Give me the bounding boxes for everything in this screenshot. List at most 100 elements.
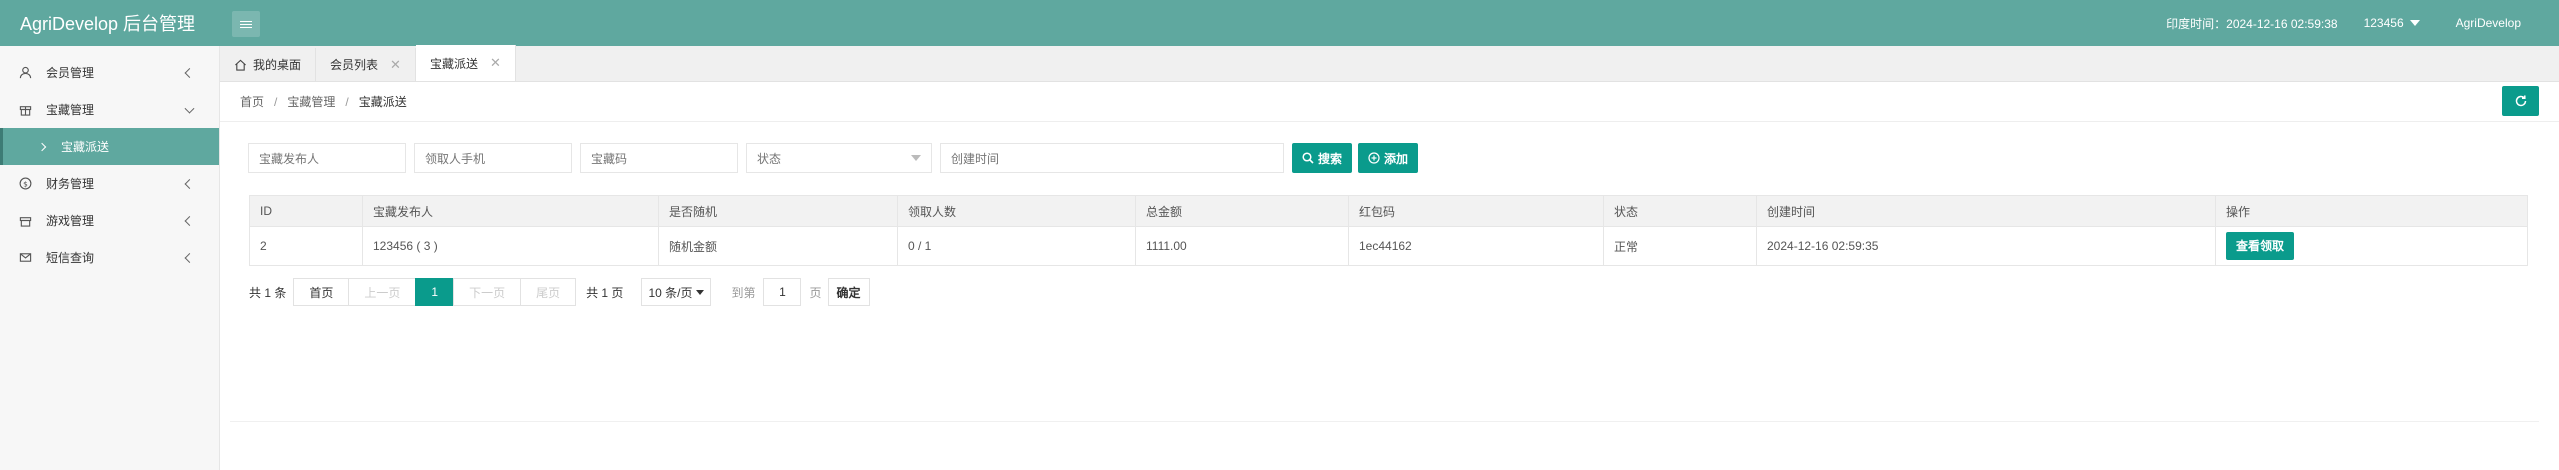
filter-bar: 宝藏发布人 领取人手机 宝藏码 状态 创建时间 搜索 添加 — [248, 143, 1424, 173]
view-claims-button[interactable]: 查看领取 — [2226, 232, 2295, 260]
column-header: 领取人数 — [897, 195, 1136, 227]
pagination: 共 1 条 首页 上一页 1 下一页 尾页 共 1 页 10 条/页 到第 1 … — [249, 278, 870, 306]
column-header: ID — [249, 195, 363, 227]
pager-prev-button[interactable]: 上一页 — [348, 278, 417, 306]
pager-next-button[interactable]: 下一页 — [453, 278, 522, 306]
cell-publisher: 123456 ( 3 ) — [362, 226, 659, 266]
search-button[interactable]: 搜索 — [1292, 143, 1353, 173]
page-size-value: 10 条/页 — [648, 285, 693, 300]
breadcrumb-item[interactable]: 首页 — [240, 93, 264, 110]
chevron-left-icon — [184, 252, 195, 263]
column-header: 操作 — [2215, 195, 2528, 227]
menu-toggle-button[interactable] — [232, 11, 260, 37]
sidebar-item-label: 宝藏管理 — [46, 103, 95, 117]
column-header: 总金额 — [1135, 195, 1349, 227]
tab-member-list[interactable]: 会员列表 ✕ — [316, 48, 416, 81]
breadcrumb-current: 宝藏派送 — [358, 95, 407, 109]
close-icon[interactable]: ✕ — [490, 55, 501, 71]
page-size-select[interactable]: 10 条/页 — [641, 278, 712, 306]
cell-random: 随机金额 — [658, 226, 898, 266]
pager-goto-prefix: 到第 — [731, 285, 756, 300]
sidebar-item-games[interactable]: 游戏管理 — [0, 202, 219, 239]
cell-status: 正常 — [1603, 226, 1757, 266]
cell-code: 1ec44162 — [1348, 226, 1604, 266]
pager-first-button[interactable]: 首页 — [293, 278, 350, 306]
user-menu[interactable]: 123456 — [2364, 16, 2420, 30]
sidebar-item-label: 财务管理 — [46, 177, 95, 191]
close-icon[interactable]: ✕ — [390, 57, 401, 73]
status-select[interactable]: 状态 — [746, 143, 932, 173]
username: 123456 — [2363, 16, 2404, 30]
server-time: 印度时间：2024-12-16 02:59:38 — [2166, 16, 2338, 31]
main-content: 首页 / 宝藏管理 / 宝藏派送 宝藏发布人 领取人手机 宝藏码 状态 创建时间… — [220, 82, 2559, 470]
sidebar-subitem-treasure-dispatch[interactable]: 宝藏派送 — [0, 128, 219, 165]
pager-last-button[interactable]: 尾页 — [520, 278, 577, 306]
column-header: 宝藏发布人 — [362, 195, 659, 227]
tab-label: 宝藏派送 — [429, 56, 478, 71]
sidebar-item-members[interactable]: 会员管理 — [0, 54, 219, 91]
brand-link[interactable]: AgriDevelop — [2456, 16, 2521, 30]
search-button-label: 搜索 — [1318, 151, 1343, 166]
header-right: 印度时间：2024-12-16 02:59:38 123456 AgriDeve… — [2166, 0, 2559, 46]
gift-icon — [18, 103, 32, 117]
add-button[interactable]: 添加 — [1358, 143, 1419, 173]
search-icon — [1302, 152, 1314, 164]
breadcrumb: 首页 / 宝藏管理 / 宝藏派送 — [220, 82, 2559, 122]
column-header: 创建时间 — [1756, 195, 2216, 227]
tab-label: 我的桌面 — [253, 58, 302, 72]
plus-circle-icon — [1368, 152, 1380, 164]
table-row: 2 123456 ( 3 ) 随机金额 0 / 1 1111.00 1ec441… — [249, 226, 2528, 266]
column-header: 红包码 — [1348, 195, 1604, 227]
cell-actions: 查看领取 — [2215, 226, 2528, 266]
receiver-phone-input[interactable]: 领取人手机 — [414, 143, 572, 173]
pager-goto-suffix: 页 — [809, 285, 822, 300]
pager-current-page[interactable]: 1 — [415, 278, 455, 306]
sidebar-item-finance[interactable]: $ 财务管理 — [0, 165, 219, 202]
chevron-left-icon — [184, 178, 195, 189]
sidebar-item-sms[interactable]: 短信查询 — [0, 239, 219, 276]
money-icon: $ — [18, 177, 32, 191]
pager-confirm-button[interactable]: 确定 — [827, 278, 870, 306]
publisher-input[interactable]: 宝藏发布人 — [248, 143, 406, 173]
chevron-left-icon — [184, 215, 195, 226]
caret-down-icon — [2409, 20, 2420, 26]
refresh-icon — [2515, 95, 2526, 107]
created-time-input[interactable]: 创建时间 — [940, 143, 1284, 173]
chevron-down-icon — [184, 103, 195, 114]
tab-bar: 我的桌面 会员列表 ✕ 宝藏派送 ✕ — [220, 45, 2559, 82]
cell-amount: 1111.00 — [1135, 226, 1349, 266]
hamburger-icon — [240, 23, 252, 25]
column-header: 状态 — [1603, 195, 1757, 227]
chevron-left-icon — [184, 67, 195, 78]
pager-goto-input[interactable]: 1 — [763, 278, 802, 306]
game-icon — [18, 214, 32, 228]
pager-page-count: 共 1 页 — [586, 285, 624, 300]
app-title: AgriDevelop 后台管理 — [20, 14, 196, 34]
home-icon — [234, 59, 247, 71]
mail-icon — [18, 251, 32, 265]
top-header: AgriDevelop 后台管理 印度时间：2024-12-16 02:59:3… — [0, 0, 2559, 46]
user-icon — [18, 66, 32, 80]
cell-id: 2 — [249, 226, 363, 266]
list-panel: 宝藏发布人 领取人手机 宝藏码 状态 创建时间 搜索 添加 ID 宝藏发布人 是… — [230, 132, 2539, 422]
cell-created: 2024-12-16 02:59:35 — [1756, 226, 2216, 266]
sidebar-subitem-label: 宝藏派送 — [61, 140, 110, 154]
table-header-row: ID 宝藏发布人 是否随机 领取人数 总金额 红包码 状态 创建时间 操作 — [249, 195, 2528, 227]
sidebar-item-label: 游戏管理 — [46, 214, 95, 228]
pager-total: 共 1 条 — [249, 285, 287, 300]
breadcrumb-separator: / — [274, 94, 278, 109]
sidebar-item-label: 会员管理 — [46, 66, 95, 80]
refresh-button[interactable] — [2502, 86, 2539, 116]
sidebar-item-label: 短信查询 — [46, 251, 95, 265]
cell-receivers: 0 / 1 — [897, 226, 1136, 266]
chevron-right-icon — [37, 142, 47, 151]
svg-text:$: $ — [23, 179, 28, 188]
sidebar: 会员管理 宝藏管理 宝藏派送 $ 财务管理 游戏管理 短信查询 — [0, 46, 220, 470]
tab-desktop[interactable]: 我的桌面 — [220, 48, 317, 81]
add-button-label: 添加 — [1384, 151, 1409, 166]
breadcrumb-item[interactable]: 宝藏管理 — [287, 93, 335, 110]
sidebar-item-treasure[interactable]: 宝藏管理 — [0, 91, 219, 128]
treasure-code-input[interactable]: 宝藏码 — [580, 143, 738, 173]
dropdown-arrow-icon — [696, 289, 705, 295]
tab-treasure-dispatch[interactable]: 宝藏派送 ✕ — [415, 45, 516, 81]
